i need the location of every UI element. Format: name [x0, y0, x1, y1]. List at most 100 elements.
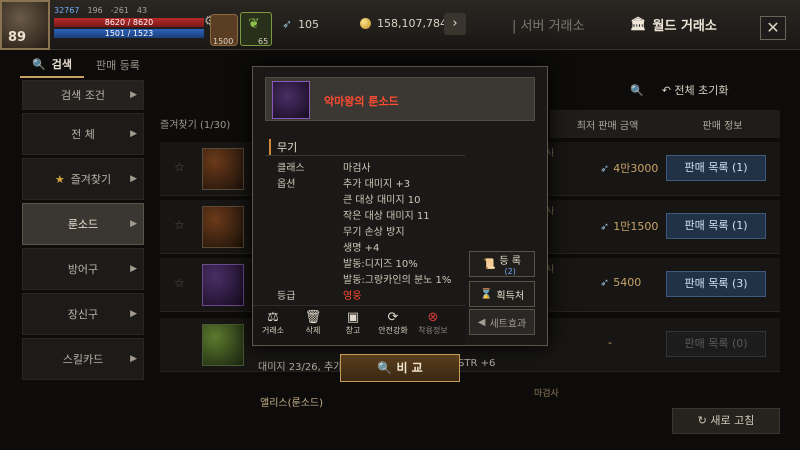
- item-detail-popup: 악마왕의 룬소드 무기 클래스 마검사 옵션 추가 대미지 +3 큰 대상 대미…: [252, 66, 548, 346]
- action-bar: ⚖ 거래소 🗑 삭제 ▣ 창고 ⟳ 안전강화 ⊗ 착용정보: [253, 305, 465, 345]
- refresh-label: 새로 고침: [710, 414, 755, 427]
- sell-list-button[interactable]: 판매 목록 (1): [666, 213, 766, 239]
- action-exchange[interactable]: ⚖ 거래소: [253, 306, 293, 345]
- hp-bar: 8620 / 8620: [54, 18, 204, 27]
- currency-arrow-button[interactable]: ›: [444, 13, 466, 35]
- option-label: 옵션: [277, 179, 296, 190]
- reset-all-label: 전체 초기화: [674, 84, 729, 97]
- close-button[interactable]: ✕: [760, 16, 786, 40]
- cancel-icon: ⊗: [427, 310, 439, 325]
- star-outline-icon[interactable]: ☆: [174, 218, 185, 232]
- divider: [265, 155, 465, 156]
- register-button[interactable]: 📜 등 록 (2): [469, 251, 535, 277]
- server-exchange-tab[interactable]: | 서버 거래소: [512, 15, 584, 34]
- feather-icon: ➶: [600, 219, 610, 233]
- reset-all-button[interactable]: ↶ 전체 초기화: [662, 82, 729, 98]
- coin-icon: [360, 18, 371, 29]
- sidebar: 검색 조건 ▶ 전 체 ▶ ★ 즐겨찾기 ▶ 룬소드 ▶ 방어구 ▶ 장신구 ▶ 스킬카드 ▶: [22, 80, 144, 383]
- col-min-price: 최저 판매 금액: [576, 120, 639, 132]
- trash-icon: 🗑: [304, 310, 322, 325]
- option-value: 발동:디지즈 10%: [343, 259, 418, 270]
- set-effect-label: 세트효과: [489, 318, 527, 330]
- min-price: ➶ 4만3000: [600, 160, 658, 176]
- refresh-button[interactable]: ↻ 새로 고침: [672, 408, 780, 434]
- mp-bar: 1501 / 1523: [54, 29, 204, 38]
- list-toolbar: 🔍 ↶ 전체 초기화: [630, 82, 729, 98]
- sidebar-item-skillcard[interactable]: 스킬카드 ▶: [22, 338, 144, 380]
- register-count: (2): [504, 267, 516, 276]
- chevron-right-icon: ▶: [130, 264, 137, 274]
- bag-count: 1500: [213, 37, 234, 46]
- bank-icon: 🏛: [630, 17, 647, 32]
- mode-tabs: 🔍 검색 판매 등록: [20, 52, 280, 78]
- chevron-right-icon: ▶: [130, 354, 137, 364]
- sidebar-item-label: 방어구: [67, 263, 99, 276]
- compare-label: 비 교: [396, 361, 423, 375]
- sidebar-item-accessory[interactable]: 장신구 ▶: [22, 293, 144, 335]
- sidebar-item-label: 스킬카드: [62, 353, 104, 366]
- sidebar-item-label: 즐겨찾기: [70, 173, 112, 186]
- bottom-item-name: 앨리스(룬소드): [260, 398, 324, 409]
- search-icon: 🔍: [32, 57, 46, 71]
- scroll-icon: 📜: [482, 258, 496, 270]
- world-tab-label: 월드 거래소: [652, 19, 717, 34]
- option-value: 큰 대상 대미지 10: [343, 195, 421, 206]
- tab-sell-label: 판매 등록: [95, 59, 140, 72]
- favorites-title: 즐겨찾기 (1/30): [160, 120, 231, 131]
- col-sell-info: 판매 정보: [702, 120, 743, 132]
- star-outline-icon[interactable]: ☆: [174, 276, 185, 290]
- feather-icon: ➶: [282, 17, 293, 31]
- action-label: 거래소: [261, 326, 285, 335]
- gold-amount: 158,107,784: [377, 17, 447, 30]
- runesword-icon: [272, 81, 310, 119]
- set-effect-button[interactable]: ◀ 세트효과: [469, 309, 535, 335]
- sell-list-button[interactable]: 판매 목록 (1): [666, 155, 766, 181]
- sidebar-item-runesword[interactable]: 룬소드 ▶: [22, 203, 144, 245]
- feather-icon: ➶: [600, 161, 610, 175]
- world-exchange-tab[interactable]: 🏛 월드 거래소: [630, 15, 717, 34]
- sell-list-button[interactable]: 판매 목록 (0): [666, 331, 766, 357]
- item-icon: [202, 206, 244, 248]
- price-value: 1만1500: [613, 220, 659, 233]
- sidebar-item-favorites[interactable]: ★ 즐겨찾기 ▶: [22, 158, 144, 200]
- sidebar-item-label: 룬소드: [67, 218, 99, 231]
- min-price: -: [608, 336, 612, 349]
- feather-icon: ➶: [600, 276, 610, 289]
- search-condition-header[interactable]: 검색 조건 ▶: [22, 80, 144, 110]
- star-outline-icon[interactable]: ☆: [174, 160, 185, 174]
- star-icon: ★: [54, 172, 65, 186]
- feather-amount: 105: [298, 17, 320, 31]
- tab-search-label: 검색: [51, 58, 72, 71]
- class-mark: 마검사: [534, 389, 559, 399]
- sidebar-item-label: 장신구: [67, 308, 99, 321]
- action-delete[interactable]: 🗑 삭제: [293, 306, 333, 345]
- action-label: 안전강화: [378, 326, 408, 335]
- sidebar-item-all[interactable]: 전 체 ▶: [22, 113, 144, 155]
- option-value: 무기 손상 방지: [343, 227, 405, 238]
- tab-search[interactable]: 🔍 검색: [20, 52, 84, 78]
- option-value: 작은 대상 대미지 11: [343, 211, 430, 222]
- leaf-icon: ❦: [248, 16, 260, 32]
- action-label: 착용정보: [418, 326, 448, 335]
- sidebar-item-label: 전 체: [71, 128, 95, 141]
- acquire-button[interactable]: ⌛ 획득처: [469, 281, 535, 307]
- item-name: 악마왕의 룬소드: [324, 95, 399, 108]
- sidebar-item-armor[interactable]: 방어구 ▶: [22, 248, 144, 290]
- list-header: 최저 판매 금액 판매 정보: [550, 110, 780, 138]
- action-label: 삭제: [305, 326, 321, 335]
- chevron-right-icon: ▶: [130, 129, 137, 139]
- grade-label: 등급: [277, 291, 296, 302]
- action-safe-enhance[interactable]: ⟳ 안전강화: [373, 306, 413, 345]
- row-detail: 대미지 23/26, 추가: [258, 362, 343, 373]
- item-icon: [202, 148, 244, 190]
- price-value: 5400: [613, 276, 642, 289]
- option-value: 추가 대미지 +3: [343, 179, 411, 190]
- compare-button[interactable]: 🔍 비 교: [340, 354, 460, 382]
- chest-icon: ▣: [346, 310, 360, 325]
- search-icon: 🔍: [377, 361, 393, 375]
- action-equip-info[interactable]: ⊗ 착용정보: [413, 306, 453, 345]
- sell-list-button[interactable]: 판매 목록 (3): [666, 271, 766, 297]
- action-storage[interactable]: ▣ 창고: [333, 306, 373, 345]
- tab-sell-register[interactable]: 판매 등록: [84, 52, 152, 78]
- search-icon[interactable]: 🔍: [630, 84, 644, 97]
